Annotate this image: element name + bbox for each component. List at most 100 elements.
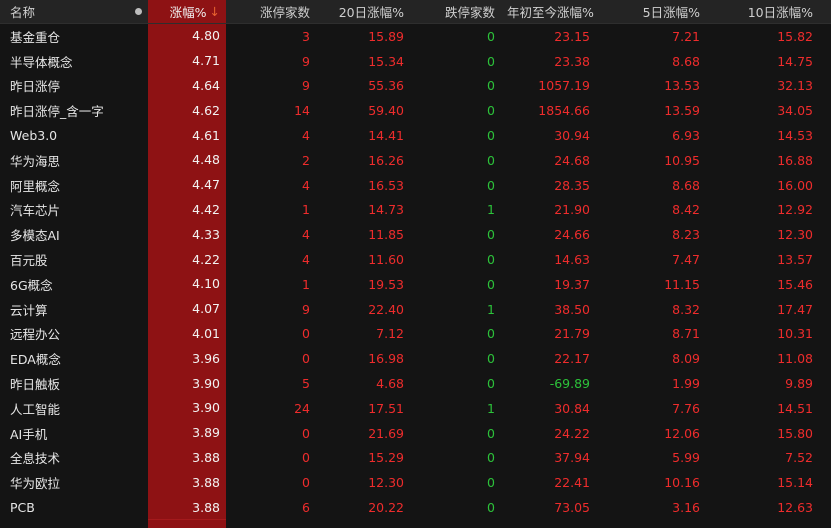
header-limit-down-count[interactable]: 跌停家数 — [410, 2, 501, 21]
header-change-10d[interactable]: 10日涨幅% — [706, 2, 819, 21]
cell-change-pct: 4.71 — [148, 48, 226, 75]
cell-filler — [819, 446, 831, 471]
cell-limit-up-count: 4 — [302, 227, 310, 243]
header-change-pct[interactable]: 涨幅% ↓ — [148, 0, 226, 23]
cell-dot — [128, 346, 148, 371]
cell-change-10d: 12.63 — [777, 500, 813, 516]
cell-name: 云计算 — [10, 302, 48, 318]
cell-change-20d: 16.26 — [368, 152, 404, 168]
cell-filler — [819, 322, 831, 347]
cell-limit-up-count: 3 — [302, 28, 310, 44]
table-row[interactable]: 昨日触板 3.90 5 4.68 0 -69.89 1.99 9.89 — [0, 370, 831, 397]
cell-change-20d: 59.40 — [368, 103, 404, 119]
cell-change-5d: 10.95 — [664, 152, 700, 168]
cell-filler — [819, 272, 831, 297]
cell-change-pct: 4.33 — [148, 221, 226, 248]
header-change-ytd[interactable]: 年初至今涨幅% — [501, 2, 596, 21]
table-row[interactable]: EDA概念 3.96 0 16.98 0 22.17 8.09 11.08 — [0, 345, 831, 372]
cell-change-20d: 7.12 — [376, 326, 404, 342]
cell-limit-down-count: 0 — [487, 128, 495, 144]
cell-change-10d: 17.47 — [777, 301, 813, 317]
table-row[interactable]: 云计算 4.07 9 22.40 1 38.50 8.32 17.47 — [0, 296, 831, 323]
cell-change-10d: 15.14 — [777, 475, 813, 491]
cell-change-20d: 15.29 — [368, 450, 404, 466]
table-row[interactable]: 全息技术 3.88 0 15.29 0 37.94 5.99 7.52 — [0, 445, 831, 471]
cell-change-pct: 3.89 — [148, 420, 226, 447]
cell-filler — [819, 24, 831, 49]
cell-change-5d: 8.23 — [672, 227, 700, 243]
header-limit-up-count[interactable]: 涨停家数 — [226, 2, 316, 21]
table-row[interactable]: 昨日涨停_含一字 4.62 14 59.40 0 1854.66 13.59 34.05 — [0, 97, 831, 124]
cell-dot — [128, 148, 148, 173]
cell-name: 全息技术 — [10, 451, 61, 467]
cell-change-ytd: 1854.66 — [538, 103, 590, 119]
cell-change-ytd: 30.84 — [554, 400, 590, 416]
cell-filler — [819, 98, 831, 123]
header-change-20d[interactable]: 20日涨幅% — [316, 2, 410, 21]
table-row[interactable]: AI手机 3.89 0 21.69 0 24.22 12.06 15.80 — [0, 420, 831, 447]
cell-limit-up-count: 9 — [302, 53, 310, 69]
table-row[interactable]: 人工智能 3.90 24 17.51 1 30.84 7.76 14.51 — [0, 395, 831, 422]
cell-change-10d: 14.51 — [777, 400, 813, 416]
cell-change-pct: 4.42 — [148, 197, 226, 223]
cell-filler — [819, 297, 831, 322]
table-row[interactable]: 百元股 4.22 4 11.60 0 14.63 7.47 13.57 — [0, 246, 831, 273]
cell-limit-down-count: 0 — [487, 500, 495, 516]
table-row[interactable]: 汽车芯片 4.42 1 14.73 1 21.90 8.42 12.92 — [0, 197, 831, 223]
table-row[interactable]: 基金重仓 4.80 3 15.89 0 23.15 7.21 15.82 — [0, 23, 831, 50]
cell-change-10d: 15.82 — [777, 28, 813, 44]
cell-dot — [128, 446, 148, 471]
cell-change-ytd: 22.41 — [554, 475, 590, 491]
cell-change-pct: 4.64 — [148, 73, 226, 99]
table-row[interactable]: 远程办公 4.01 0 7.12 0 21.79 8.71 10.31 — [0, 321, 831, 347]
table-row[interactable]: 华为欧拉 3.88 0 12.30 0 22.41 10.16 15.14 — [0, 469, 831, 496]
cell-filler — [819, 123, 831, 148]
cell-name: 华为欧拉 — [10, 476, 61, 492]
cell-change-pct: 4.47 — [148, 172, 226, 199]
cell-change-20d: 15.34 — [368, 53, 404, 69]
cell-change-ytd: 19.37 — [554, 276, 590, 292]
cell-change-ytd: 22.17 — [554, 351, 590, 367]
cell-limit-up-count: 5 — [302, 376, 310, 392]
cell-change-10d: 13.57 — [777, 252, 813, 268]
cell-change-20d: 12.30 — [368, 475, 404, 491]
table-row[interactable]: 半导体概念 4.71 9 15.34 0 23.38 8.68 14.75 — [0, 48, 831, 75]
cell-dot — [128, 74, 148, 99]
table-row[interactable]: Web3.0 4.61 4 14.41 0 30.94 6.93 14.53 — [0, 122, 831, 149]
table-row[interactable]: 6G概念 4.10 1 19.53 0 19.37 11.15 15.46 — [0, 271, 831, 298]
table-row[interactable]: 华为海思 4.48 2 16.26 0 24.68 10.95 16.88 — [0, 147, 831, 174]
cell-filler — [819, 371, 831, 396]
cell-change-10d: 10.31 — [777, 326, 813, 342]
cell-limit-down-count: 0 — [487, 425, 495, 441]
cell-name: 百元股 — [10, 253, 48, 269]
header-change-5d[interactable]: 5日涨幅% — [596, 2, 706, 21]
cell-change-5d: 10.16 — [664, 475, 700, 491]
cell-change-10d: 34.05 — [777, 103, 813, 119]
cell-change-ytd: 23.15 — [554, 28, 590, 44]
cell-change-5d: 13.53 — [664, 78, 700, 94]
table-row[interactable]: 昨日涨停 4.64 9 55.36 0 1057.19 13.53 32.13 — [0, 73, 831, 99]
cell-dot — [128, 322, 148, 347]
header-dot[interactable] — [128, 8, 148, 15]
cell-change-5d: 8.42 — [672, 202, 700, 218]
header-name[interactable]: 名称 — [0, 2, 128, 21]
cell-limit-down-count: 0 — [487, 227, 495, 243]
cell-dot — [128, 98, 148, 123]
cell-dot — [128, 123, 148, 148]
table-row[interactable]: PCB 3.88 6 20.22 0 73.05 3.16 12.63 — [0, 494, 831, 521]
table-row[interactable]: 多模态AI 4.33 4 11.85 0 24.66 8.23 12.30 — [0, 221, 831, 248]
cell-limit-up-count: 1 — [302, 202, 310, 218]
cell-limit-down-count: 1 — [487, 301, 495, 317]
cell-filler — [819, 346, 831, 371]
cell-change-pct: 4.10 — [148, 271, 226, 298]
cell-change-ytd: 38.50 — [554, 301, 590, 317]
cell-change-10d: 9.89 — [785, 376, 813, 392]
cell-change-5d: 8.09 — [672, 351, 700, 367]
cell-name: AI手机 — [10, 426, 48, 442]
cell-filler — [819, 148, 831, 173]
cell-name: PCB — [10, 500, 35, 516]
table-row[interactable]: 阿里概念 4.47 4 16.53 0 28.35 8.68 16.00 — [0, 172, 831, 199]
cell-dot — [128, 371, 148, 396]
cell-dot — [128, 24, 148, 49]
cell-limit-down-count: 0 — [487, 326, 495, 342]
